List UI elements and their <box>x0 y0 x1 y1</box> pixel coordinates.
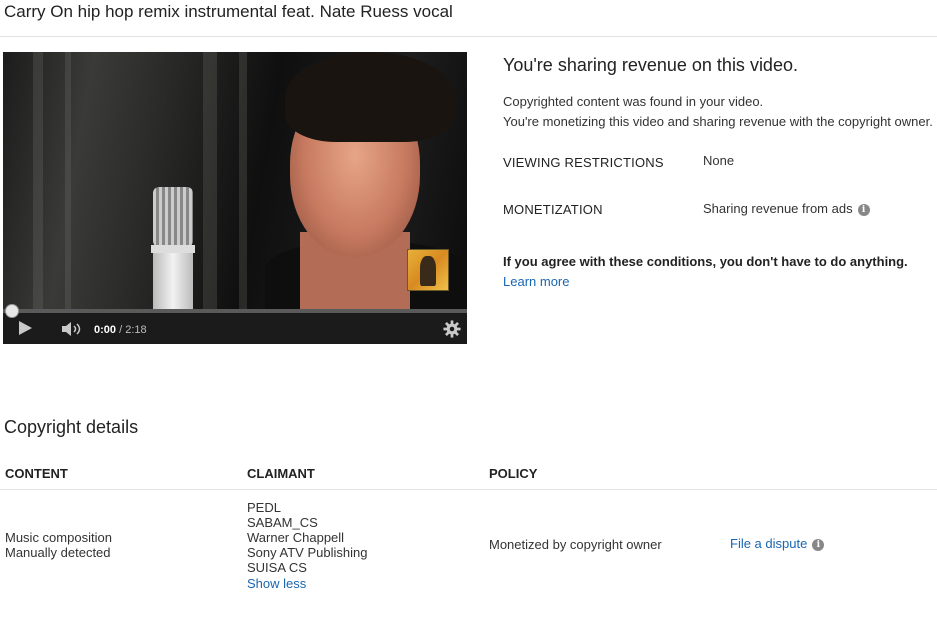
copyright-details-title: Copyright details <box>4 417 139 437</box>
content-cell: Music composition Manually detected <box>5 530 112 560</box>
policy-cell: Monetized by copyright owner <box>489 537 662 552</box>
action-cell: File a dispute i <box>730 536 825 551</box>
status-title: You're sharing revenue on this video. <box>503 55 798 75</box>
page-title: Carry On hip hop remix instrumental feat… <box>4 2 453 21</box>
info-icon[interactable]: i <box>812 539 825 551</box>
microphone-image <box>151 187 195 309</box>
claimant-item: PEDL <box>247 500 281 515</box>
header-policy: POLICY <box>489 466 538 481</box>
content-type: Music composition <box>5 530 112 545</box>
video-player[interactable]: 0:00 / 2:18 <box>3 52 467 344</box>
time-current: 0:00 <box>94 324 117 336</box>
learn-more-link[interactable]: Learn more <box>503 274 569 289</box>
status-line-2: You're monetizing this video and sharing… <box>503 114 933 129</box>
title-divider <box>0 36 937 37</box>
volume-icon[interactable] <box>61 322 85 336</box>
play-icon[interactable] <box>19 321 32 335</box>
viewing-restrictions-label: VIEWING RESTRICTIONS <box>503 155 664 170</box>
video-frame[interactable] <box>3 52 467 309</box>
time-display: 0:00 / 2:18 <box>94 324 147 336</box>
claimant-item: SABAM_CS <box>247 515 318 530</box>
channel-thumbnail[interactable] <box>407 249 449 291</box>
header-claimant: CLAIMANT <box>247 466 315 481</box>
status-line-1: Copyrighted content was found in your vi… <box>503 94 764 109</box>
monetization-value-wrap: Sharing revenue from ads i <box>703 201 870 216</box>
claimant-item: SUISA CS <box>247 560 307 575</box>
info-icon[interactable]: i <box>857 204 870 216</box>
file-dispute-link[interactable]: File a dispute <box>730 536 807 551</box>
scrub-handle[interactable] <box>6 305 18 317</box>
learn-more-wrap: Learn more <box>503 274 569 289</box>
viewing-restrictions-value: None <box>703 153 735 168</box>
monetization-label: MONETIZATION <box>503 202 603 217</box>
content-detection: Manually detected <box>5 545 111 560</box>
table-divider <box>0 489 937 490</box>
progress-bar[interactable] <box>3 309 467 313</box>
claimant-cell: PEDL SABAM_CS Warner Chappell Sony ATV P… <box>247 500 367 591</box>
claimant-item: Sony ATV Publishing <box>247 545 368 560</box>
monetization-value: Sharing revenue from ads <box>703 201 853 216</box>
claim-status-panel: You're sharing revenue on this video. Co… <box>503 55 933 289</box>
time-separator: / <box>116 324 126 336</box>
claimant-item: Warner Chappell <box>247 530 345 545</box>
player-controls: 0:00 / 2:18 <box>3 305 467 344</box>
show-less-link[interactable]: Show less <box>247 576 367 591</box>
agree-text: If you agree with these conditions, you … <box>503 254 908 269</box>
time-total: 2:18 <box>125 324 147 336</box>
gear-icon[interactable] <box>443 320 461 338</box>
header-content: CONTENT <box>5 466 68 481</box>
